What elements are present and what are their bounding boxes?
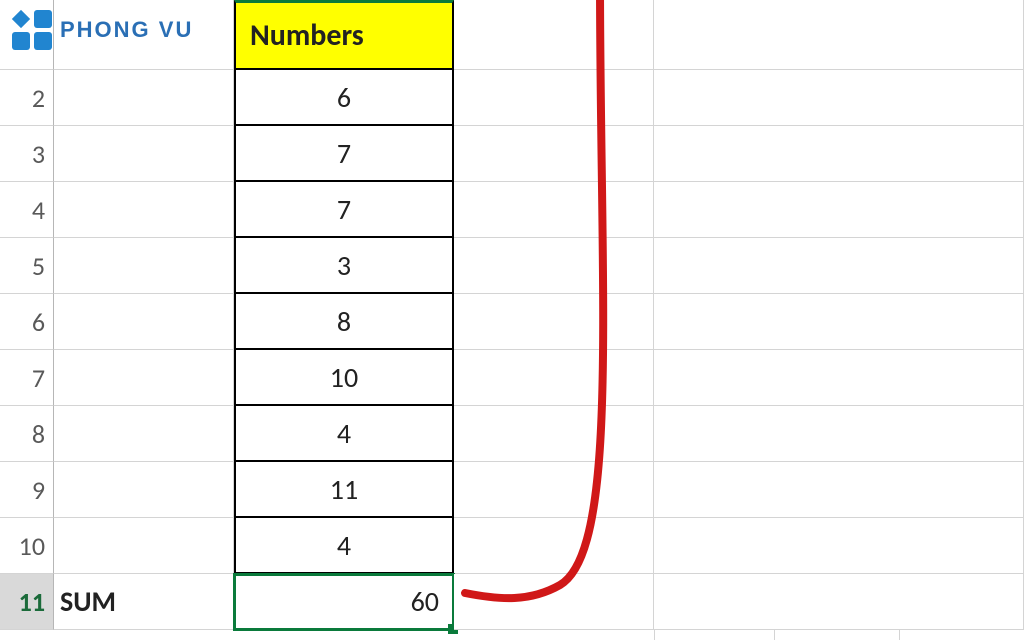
row-3[interactable]: 3 7 <box>0 126 1024 182</box>
row-header[interactable]: 7 <box>0 350 54 406</box>
row-header[interactable]: 3 <box>0 126 54 182</box>
row-4[interactable]: 4 7 <box>0 182 1024 238</box>
cell-B6[interactable]: 8 <box>234 294 454 350</box>
row-header[interactable]: 9 <box>0 462 54 518</box>
row-header-active[interactable]: 11 <box>0 574 54 630</box>
watermark-logo: PHONG VU <box>12 10 193 50</box>
row-header[interactable]: 6 <box>0 294 54 350</box>
cell-C1[interactable] <box>454 0 654 70</box>
sum-result: 60 <box>411 584 439 619</box>
cell-B10[interactable]: 4 <box>234 518 454 574</box>
spreadsheet[interactable]: Numbers 2 6 3 7 4 7 5 3 6 8 7 <box>0 0 1024 640</box>
row-header[interactable]: 10 <box>0 518 54 574</box>
cell-B7[interactable]: 10 <box>234 350 454 406</box>
cell-rest[interactable] <box>654 0 1024 70</box>
row-11[interactable]: 11 SUM 60 <box>0 574 1024 630</box>
row-7[interactable]: 7 10 <box>0 350 1024 406</box>
cell-B5[interactable]: 3 <box>234 238 454 294</box>
sum-label[interactable]: SUM <box>54 574 234 630</box>
row-8[interactable]: 8 4 <box>0 406 1024 462</box>
logo-text: PHONG VU <box>60 17 193 43</box>
row-9[interactable]: 9 11 <box>0 462 1024 518</box>
cell-B9[interactable]: 11 <box>234 462 454 518</box>
cell-B4[interactable]: 7 <box>234 182 454 238</box>
row-header[interactable]: 5 <box>0 238 54 294</box>
row-10[interactable]: 10 4 <box>0 518 1024 574</box>
row-2[interactable]: 2 6 <box>0 70 1024 126</box>
cell-B8[interactable]: 4 <box>234 406 454 462</box>
cell-B2[interactable]: 6 <box>234 70 454 126</box>
row-5[interactable]: 5 3 <box>0 238 1024 294</box>
row-6[interactable]: 6 8 <box>0 294 1024 350</box>
row-header[interactable]: 8 <box>0 406 54 462</box>
cell-A2[interactable] <box>54 70 234 126</box>
cell-B3[interactable]: 7 <box>234 126 454 182</box>
row-header[interactable]: 2 <box>0 70 54 126</box>
cell-C2[interactable] <box>454 70 654 126</box>
table-header[interactable]: Numbers <box>234 0 454 70</box>
active-cell-B11[interactable]: 60 <box>234 574 454 630</box>
logo-icon <box>12 10 52 50</box>
row-header[interactable]: 4 <box>0 182 54 238</box>
